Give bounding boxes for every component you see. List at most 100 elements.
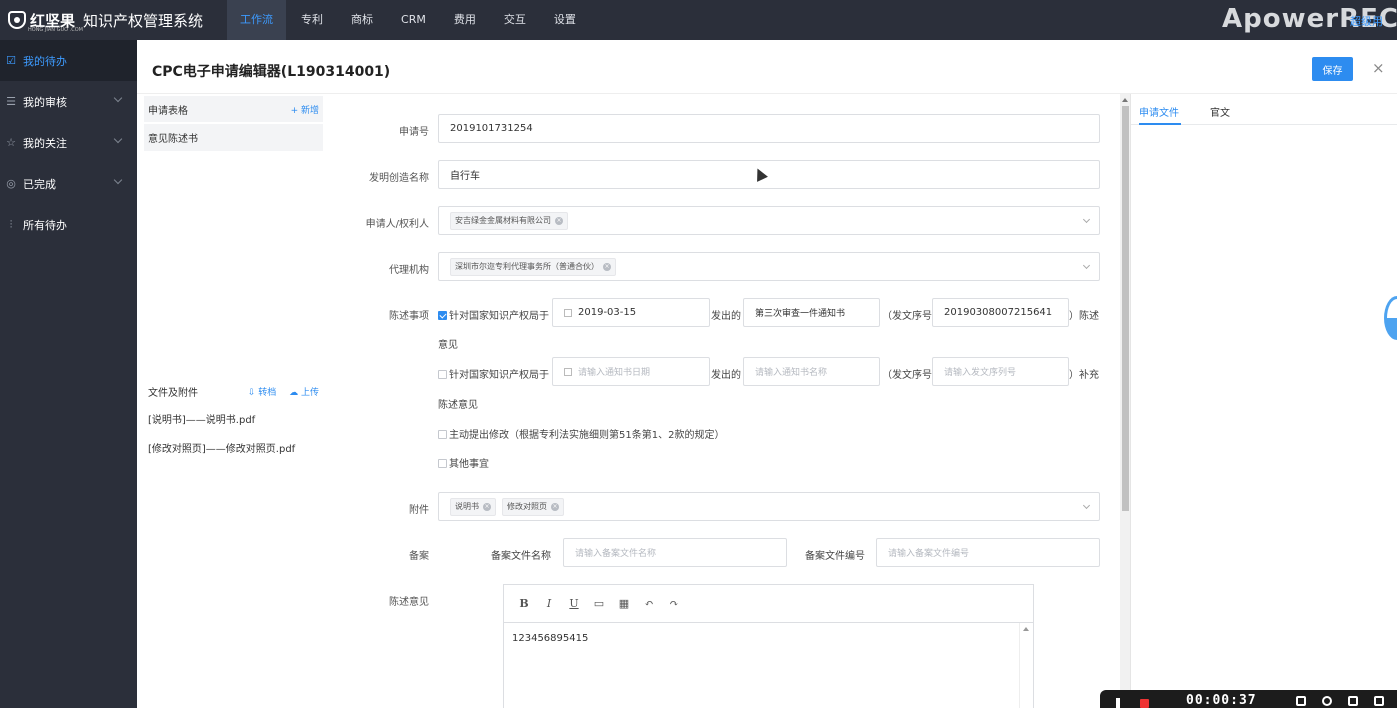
opt2-docno-input[interactable]: 请输入发文序列号 <box>932 357 1069 386</box>
form-scrollbar[interactable] <box>1120 94 1131 708</box>
scroll-up-icon[interactable] <box>1122 98 1128 102</box>
opt2-checkbox[interactable]: 针对国家知识产权局于 <box>438 366 549 381</box>
sidebar-item-completed[interactable]: ◎ 已完成 <box>0 163 137 204</box>
opt4-checkbox[interactable]: 其他事宜 <box>438 455 489 470</box>
star-icon: ☆ <box>6 136 16 149</box>
stop-icon[interactable] <box>1140 699 1149 708</box>
camera-icon[interactable] <box>1322 696 1332 706</box>
opinion-label: 陈述意见 <box>389 597 429 608</box>
sidebar-item-my-todo[interactable]: ☑ 我的待办 <box>0 40 137 81</box>
logo: 红坚果 HONG JIAN GUO .COM 知识产权管理系统 <box>8 10 227 33</box>
opt2-docno-label: （发文序号 <box>882 370 932 381</box>
tab-indicator <box>1139 123 1181 125</box>
logo-shield-icon <box>8 11 26 29</box>
pause-icon[interactable] <box>1116 698 1120 708</box>
tag-close-icon[interactable]: × <box>603 262 611 271</box>
nav-workflow[interactable]: 工作流 <box>227 0 287 40</box>
editor-content[interactable]: 123456895415 <box>504 623 1033 654</box>
sidebar-item-my-follow[interactable]: ☆ 我的关注 <box>0 122 137 163</box>
close-icon[interactable]: × <box>1372 59 1385 77</box>
editor-header: CPC电子申请编辑器(L190314001) 保存 × <box>137 40 1397 94</box>
attach-label: 附件 <box>409 505 429 516</box>
opt3-checkbox[interactable]: 主动提出修改（根据专利法实施细则第51条第1、2款的规定） <box>438 426 724 441</box>
invention-value: 自行车 <box>450 171 480 182</box>
invention-input[interactable]: 自行车 <box>438 160 1100 189</box>
nav-crm[interactable]: CRM <box>388 0 439 40</box>
opt1-suffix: ）陈述 <box>1069 311 1099 322</box>
recording-timer: 00:00:37 <box>1186 693 1257 708</box>
opt1-docno-label: （发文序号 <box>882 311 932 322</box>
opt1-checkbox[interactable]: 针对国家知识产权局于 <box>438 307 549 322</box>
record-name-input[interactable]: 请输入备案文件名称 <box>563 538 787 567</box>
nav-patent[interactable]: 专利 <box>288 0 336 40</box>
add-form-button[interactable]: + 新增 <box>291 106 319 116</box>
image-icon[interactable]: ▭ <box>592 597 606 611</box>
statement-label: 陈述事项 <box>389 311 429 322</box>
attach-tag: 说明书 × <box>450 497 496 516</box>
nav-interaction[interactable]: 交互 <box>491 0 539 40</box>
tag-close-icon[interactable]: × <box>483 502 491 511</box>
brand-sub: HONG JIAN GUO .COM <box>28 27 83 33</box>
attach-select[interactable]: 说明书 × 修改对照页 × <box>438 492 1100 521</box>
forms-panel-title: 申请表格 <box>148 105 188 117</box>
tag-close-icon[interactable]: × <box>551 502 559 511</box>
nav-fees[interactable]: 费用 <box>441 0 489 40</box>
chevron-down-icon <box>1082 215 1091 224</box>
chevron-down-icon <box>113 93 123 103</box>
opt1-docno-input[interactable]: 20190308007215641 <box>932 298 1069 327</box>
convert-button[interactable]: ⇩ 转档 <box>248 388 276 398</box>
pen-icon[interactable] <box>1348 696 1358 706</box>
underline-icon[interactable]: U <box>567 597 581 611</box>
chevron-down-icon <box>1082 261 1091 270</box>
list-icon: ☰ <box>6 95 16 108</box>
bar-chart-icon: ⫶ <box>9 217 13 231</box>
app-no-input[interactable]: 2019101731254 <box>438 114 1100 143</box>
calendar-icon <box>564 308 572 317</box>
list-item[interactable]: [修改对照页]——修改对照页.pdf <box>144 434 323 461</box>
floating-assistant-icon[interactable] <box>1384 296 1397 340</box>
form-item-label: 意见陈述书 <box>148 134 198 145</box>
checkbox-icon <box>438 370 447 379</box>
opt2-date-input[interactable]: 请输入通知书日期 <box>552 357 710 386</box>
user-menu[interactable]: 超级用 <box>1350 13 1383 29</box>
settings-icon[interactable] <box>1296 696 1306 706</box>
file-item-label: [说明书]——说明书.pdf <box>148 415 256 426</box>
minimize-icon[interactable] <box>1374 696 1384 706</box>
nav-trademark[interactable]: 商标 <box>338 0 386 40</box>
upload-button[interactable]: ☁ 上传 <box>289 388 319 398</box>
list-item[interactable]: [说明书]——说明书.pdf <box>144 405 323 432</box>
tab-application-files[interactable]: 申请文件 <box>1139 104 1179 119</box>
nav-settings[interactable]: 设置 <box>541 0 589 40</box>
record-no-label: 备案文件编号 <box>805 551 865 562</box>
record-no-input[interactable]: 请输入备案文件编号 <box>876 538 1100 567</box>
opt1-date-input[interactable]: 2019-03-15 <box>552 298 710 327</box>
applicant-select[interactable]: 安吉绿金金属材料有限公司 × <box>438 206 1100 235</box>
checkbox-icon <box>438 459 447 468</box>
redo-icon[interactable]: ↷ <box>667 597 681 611</box>
table-icon[interactable]: ▦ <box>617 597 631 611</box>
opt2-notice-input[interactable]: 请输入通知书名称 <box>743 357 880 386</box>
files-panel-header: 文件及附件 ⇩ 转档 ☁ 上传 <box>144 378 323 404</box>
sidebar-item-label: 我的待办 <box>23 54 67 68</box>
italic-icon[interactable]: I <box>542 597 556 611</box>
opt1-notice-input[interactable]: 第三次审查一件通知书 <box>743 298 880 327</box>
sidebar-item-all-todo[interactable]: ⫶ 所有待办 <box>0 204 137 245</box>
undo-icon[interactable]: ↶ <box>642 597 656 611</box>
recorder-bar: 00:00:37 <box>1100 690 1397 708</box>
chevron-down-icon <box>113 134 123 144</box>
app-no-label: 申请号 <box>399 127 429 138</box>
forms-panel-header: 申请表格 + 新增 <box>144 96 323 122</box>
invention-label: 发明创造名称 <box>369 173 429 184</box>
tab-official-docs[interactable]: 官文 <box>1210 104 1230 119</box>
sidebar-item-label: 我的审核 <box>23 95 67 109</box>
scroll-thumb[interactable] <box>1122 106 1129 511</box>
agency-select[interactable]: 深圳市尔迩专利代理事务所（普通合伙） × <box>438 252 1100 281</box>
tag-close-icon[interactable]: × <box>555 216 563 225</box>
sidebar-item-my-review[interactable]: ☰ 我的审核 <box>0 81 137 122</box>
editor-scrollbar[interactable] <box>1019 623 1032 708</box>
opt2-suffix: ）补充 <box>1069 370 1099 381</box>
list-item[interactable]: 意见陈述书 <box>144 124 323 151</box>
bold-icon[interactable]: B <box>517 597 531 611</box>
save-button[interactable]: 保存 <box>1312 57 1353 81</box>
sidebar: ☑ 我的待办 ☰ 我的审核 ☆ 我的关注 ◎ 已完成 ⫶ 所有待办 <box>0 40 137 708</box>
